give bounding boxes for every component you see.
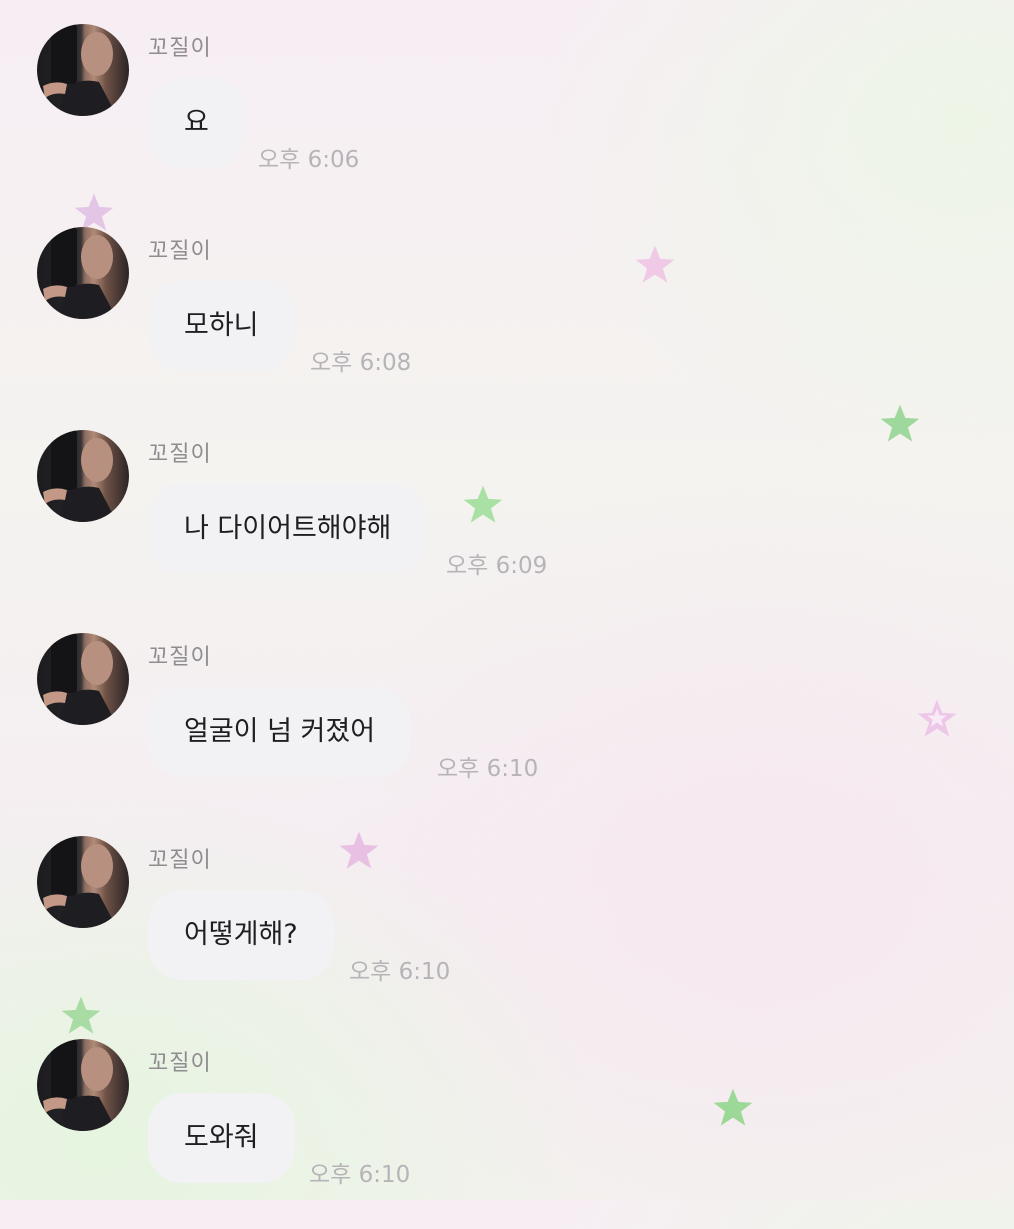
message-bubble[interactable]: 요 [148,78,245,168]
avatar[interactable] [37,24,129,116]
message-bubble[interactable]: 얼굴이 넘 커졌어 [148,687,412,777]
message-time: 오후 6:10 [349,959,451,985]
message-row: 꼬질이 얼굴이 넘 커졌어 오후 6:10 [0,633,1014,823]
message-time: 오후 6:09 [446,553,548,579]
sender-name: 꼬질이 [148,1051,212,1076]
message-bubble[interactable]: 모하니 [148,281,295,371]
message-time: 오후 6:10 [437,756,539,782]
message-time: 오후 6:10 [309,1162,411,1188]
message-time: 오후 6:06 [258,147,360,173]
message-time: 오후 6:08 [310,350,412,376]
avatar[interactable] [37,227,129,319]
message-row: 꼬질이 나 다이어트해야해 오후 6:09 [0,430,1014,620]
message-bubble[interactable]: 도와줘 [148,1093,295,1183]
sender-name: 꼬질이 [148,848,212,873]
avatar[interactable] [37,1039,129,1131]
sender-name: 꼬질이 [148,442,212,467]
avatar[interactable] [37,633,129,725]
avatar[interactable] [37,430,129,522]
sender-name: 꼬질이 [148,645,212,670]
avatar[interactable] [37,836,129,928]
sender-name: 꼬질이 [148,239,212,264]
message-row: 꼬질이 요 오후 6:06 [0,24,1014,214]
message-bubble[interactable]: 나 다이어트해야해 [148,484,428,574]
message-row: 꼬질이 도와줘 오후 6:10 [0,1039,1014,1229]
message-row: 꼬질이 어떻게해? 오후 6:10 [0,836,1014,1026]
sender-name: 꼬질이 [148,36,212,61]
message-row: 꼬질이 모하니 오후 6:08 [0,227,1014,417]
chat-message-list[interactable]: 꼬질이 요 오후 6:06 꼬질이 모하니 오후 6:08 꼬질이 나 다이어트… [0,0,1014,1200]
message-bubble[interactable]: 어떻게해? [148,890,334,980]
